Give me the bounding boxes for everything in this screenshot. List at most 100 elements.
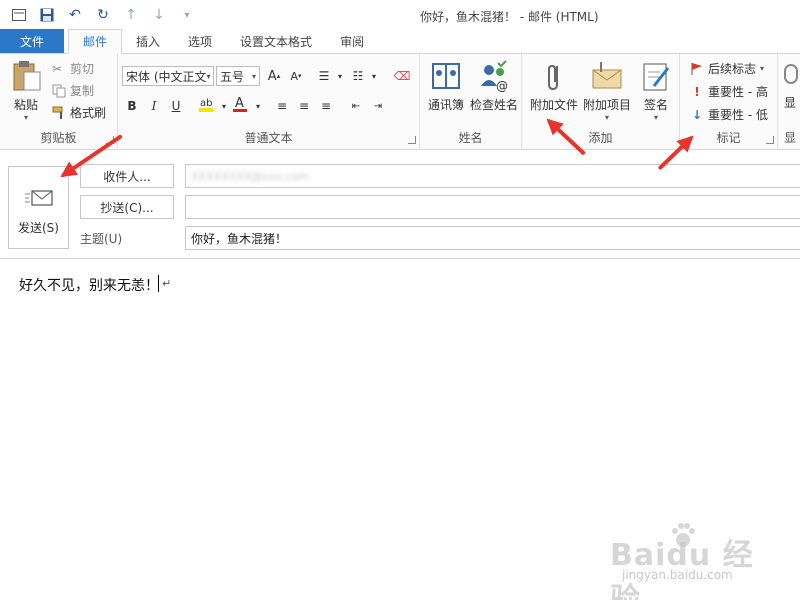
- basic-text-launcher-icon[interactable]: [408, 136, 416, 144]
- attach-item-label: 附加项目: [582, 98, 631, 112]
- bullets-icon[interactable]: ☰: [316, 68, 332, 84]
- chevron-down-icon[interactable]: ▾: [366, 68, 382, 84]
- paste-button[interactable]: 粘贴 ▾: [8, 60, 44, 122]
- cc-button[interactable]: 抄送(C)...: [80, 195, 174, 219]
- font-size-value: 五号: [220, 69, 245, 84]
- basic-text-group: 宋体 (中文正文 ▾ 五号 ▾ A ▴ A ▾ ☰ ▾ ☷ ▾ ⌫ B I U ab…: [118, 54, 420, 150]
- down-arrow-icon[interactable]: ↓: [150, 6, 168, 24]
- align-left-icon[interactable]: ≡: [274, 98, 290, 114]
- chevron-down-icon[interactable]: ▾: [332, 68, 348, 84]
- chevron-down-icon: ▾: [653, 113, 658, 122]
- follow-up-label: 后续标志: [708, 62, 757, 76]
- shrink-font-icon[interactable]: A ▾: [288, 68, 304, 84]
- partial-label: 显: [784, 96, 797, 110]
- quick-access-toolbar: ↶ ↻ ↑ ↓ ▾: [0, 0, 196, 30]
- paintbrush-icon: [52, 106, 66, 120]
- font-color-icon[interactable]: A: [232, 96, 248, 112]
- font-family-value: 宋体 (中文正文: [126, 69, 207, 84]
- signature-button[interactable]: 签名 ▾: [636, 60, 676, 122]
- tab-file[interactable]: 文件: [0, 29, 64, 53]
- names-group: 通讯簿 @ 检查姓名 姓名: [420, 54, 522, 150]
- tab-mail[interactable]: 邮件: [68, 29, 123, 54]
- address-book-label: 通讯簿: [427, 98, 464, 112]
- font-family-select[interactable]: 宋体 (中文正文 ▾: [122, 66, 214, 86]
- undo-icon[interactable]: ↶: [66, 6, 84, 24]
- customize-qat-icon[interactable]: ▾: [178, 6, 196, 24]
- clipboard-group-label: 剪贴板: [40, 131, 77, 145]
- underline-button[interactable]: U: [168, 98, 184, 114]
- tab-format-text[interactable]: 设置文本格式: [226, 29, 326, 53]
- clear-formatting-icon[interactable]: ⌫: [394, 68, 411, 84]
- send-envelope-icon: [25, 189, 55, 212]
- subject-label: 主题(U): [80, 232, 123, 246]
- bold-button[interactable]: B: [124, 98, 140, 114]
- attach-file-label: 附加文件: [529, 98, 578, 112]
- title-bar: ↶ ↻ ↑ ↓ ▾ 你好，鱼木混猪！ - 邮件 (HTML): [0, 0, 800, 30]
- up-arrow-icon[interactable]: ↑: [122, 6, 140, 24]
- chevron-down-icon: ▾: [760, 64, 765, 73]
- check-names-button[interactable]: @ 检查姓名: [468, 60, 520, 113]
- format-painter-button[interactable]: 格式刷: [52, 104, 106, 121]
- window-menu-icon[interactable]: [10, 6, 28, 24]
- message-body[interactable]: 好久不见，别来无恙！: [19, 275, 159, 295]
- scissors-icon: ✂: [52, 61, 63, 76]
- to-button[interactable]: 收件人...: [80, 164, 174, 188]
- copy-icon: [52, 84, 66, 98]
- to-value: XXXXXXXX@xxx.com: [191, 169, 309, 183]
- signature-icon: [640, 60, 672, 92]
- to-field[interactable]: XXXXXXXX@xxx.com: [185, 164, 800, 188]
- envelope-attach-icon: [591, 60, 623, 92]
- high-importance-label: 重要性 - 高: [708, 85, 768, 99]
- align-center-icon[interactable]: ≡: [296, 98, 312, 114]
- partial-icon[interactable]: [784, 64, 798, 84]
- save-icon[interactable]: [38, 6, 56, 24]
- copy-button[interactable]: 复制: [52, 82, 94, 99]
- align-right-icon[interactable]: ≡: [318, 98, 334, 114]
- body-divider: [0, 258, 800, 259]
- subject-value: 你好，鱼木混猪！: [191, 231, 288, 246]
- increase-indent-icon[interactable]: ⇥: [370, 98, 386, 114]
- grow-font-icon[interactable]: A ▴: [266, 68, 282, 84]
- low-importance-label: 重要性 - 低: [708, 108, 768, 122]
- down-arrow-icon: ↓: [691, 107, 703, 122]
- flag-icon: [690, 62, 704, 76]
- send-button[interactable]: 发送(S): [8, 166, 69, 249]
- cut-button[interactable]: ✂ 剪切: [52, 60, 94, 77]
- paste-label: 粘贴: [13, 98, 38, 112]
- address-book-button[interactable]: 通讯簿: [424, 60, 468, 113]
- low-importance-button[interactable]: ↓ 重要性 - 低: [690, 106, 768, 123]
- chevron-down-icon[interactable]: ▾: [216, 98, 232, 114]
- redo-icon[interactable]: ↻: [94, 6, 112, 24]
- chevron-down-icon: ▾: [206, 71, 211, 81]
- font-size-select[interactable]: 五号 ▾: [216, 66, 260, 86]
- high-importance-button[interactable]: ! 重要性 - 高: [690, 83, 768, 100]
- italic-button[interactable]: I: [146, 98, 162, 114]
- highlight-icon[interactable]: ab: [198, 96, 214, 112]
- signature-label: 签名: [643, 98, 668, 112]
- tab-review[interactable]: 审阅: [326, 29, 378, 53]
- ribbon-tabs: 文件 邮件 插入 选项 设置文本格式 审阅: [0, 29, 800, 54]
- cc-field[interactable]: [185, 195, 800, 219]
- subject-field[interactable]: 你好，鱼木混猪！: [185, 226, 800, 250]
- check-names-icon: @: [478, 60, 510, 93]
- tags-group: 后续标志 ▾ ! 重要性 - 高 ↓ 重要性 - 低 标记: [680, 54, 778, 150]
- attach-item-button[interactable]: 附加项目 ▾: [580, 60, 634, 122]
- tab-options[interactable]: 选项: [174, 29, 226, 53]
- tab-insert[interactable]: 插入: [122, 29, 174, 53]
- exclamation-icon: !: [694, 84, 700, 99]
- names-group-label: 姓名: [458, 131, 483, 145]
- attach-file-button[interactable]: 附加文件: [528, 60, 580, 113]
- watermark-url: jingyan.baidu.com: [622, 568, 733, 582]
- text-caret: [158, 275, 159, 292]
- tags-launcher-icon[interactable]: [766, 136, 774, 144]
- chevron-down-icon[interactable]: ▾: [250, 98, 266, 114]
- svg-text:A: A: [235, 96, 244, 111]
- basic-text-group-label: 普通文本: [244, 131, 293, 145]
- svg-text:@: @: [496, 79, 508, 92]
- clipboard-group: 粘贴 ▾ ✂ 剪切 复制 格式刷 剪贴板: [0, 54, 118, 150]
- watermark-logo: Baidu 经验: [610, 538, 754, 600]
- include-group: 附加文件 附加项目 ▾ 签名 ▾ 添加: [522, 54, 680, 150]
- follow-up-button[interactable]: 后续标志 ▾: [690, 60, 764, 77]
- numbering-icon[interactable]: ☷: [350, 68, 366, 84]
- decrease-indent-icon[interactable]: ⇤: [348, 98, 364, 114]
